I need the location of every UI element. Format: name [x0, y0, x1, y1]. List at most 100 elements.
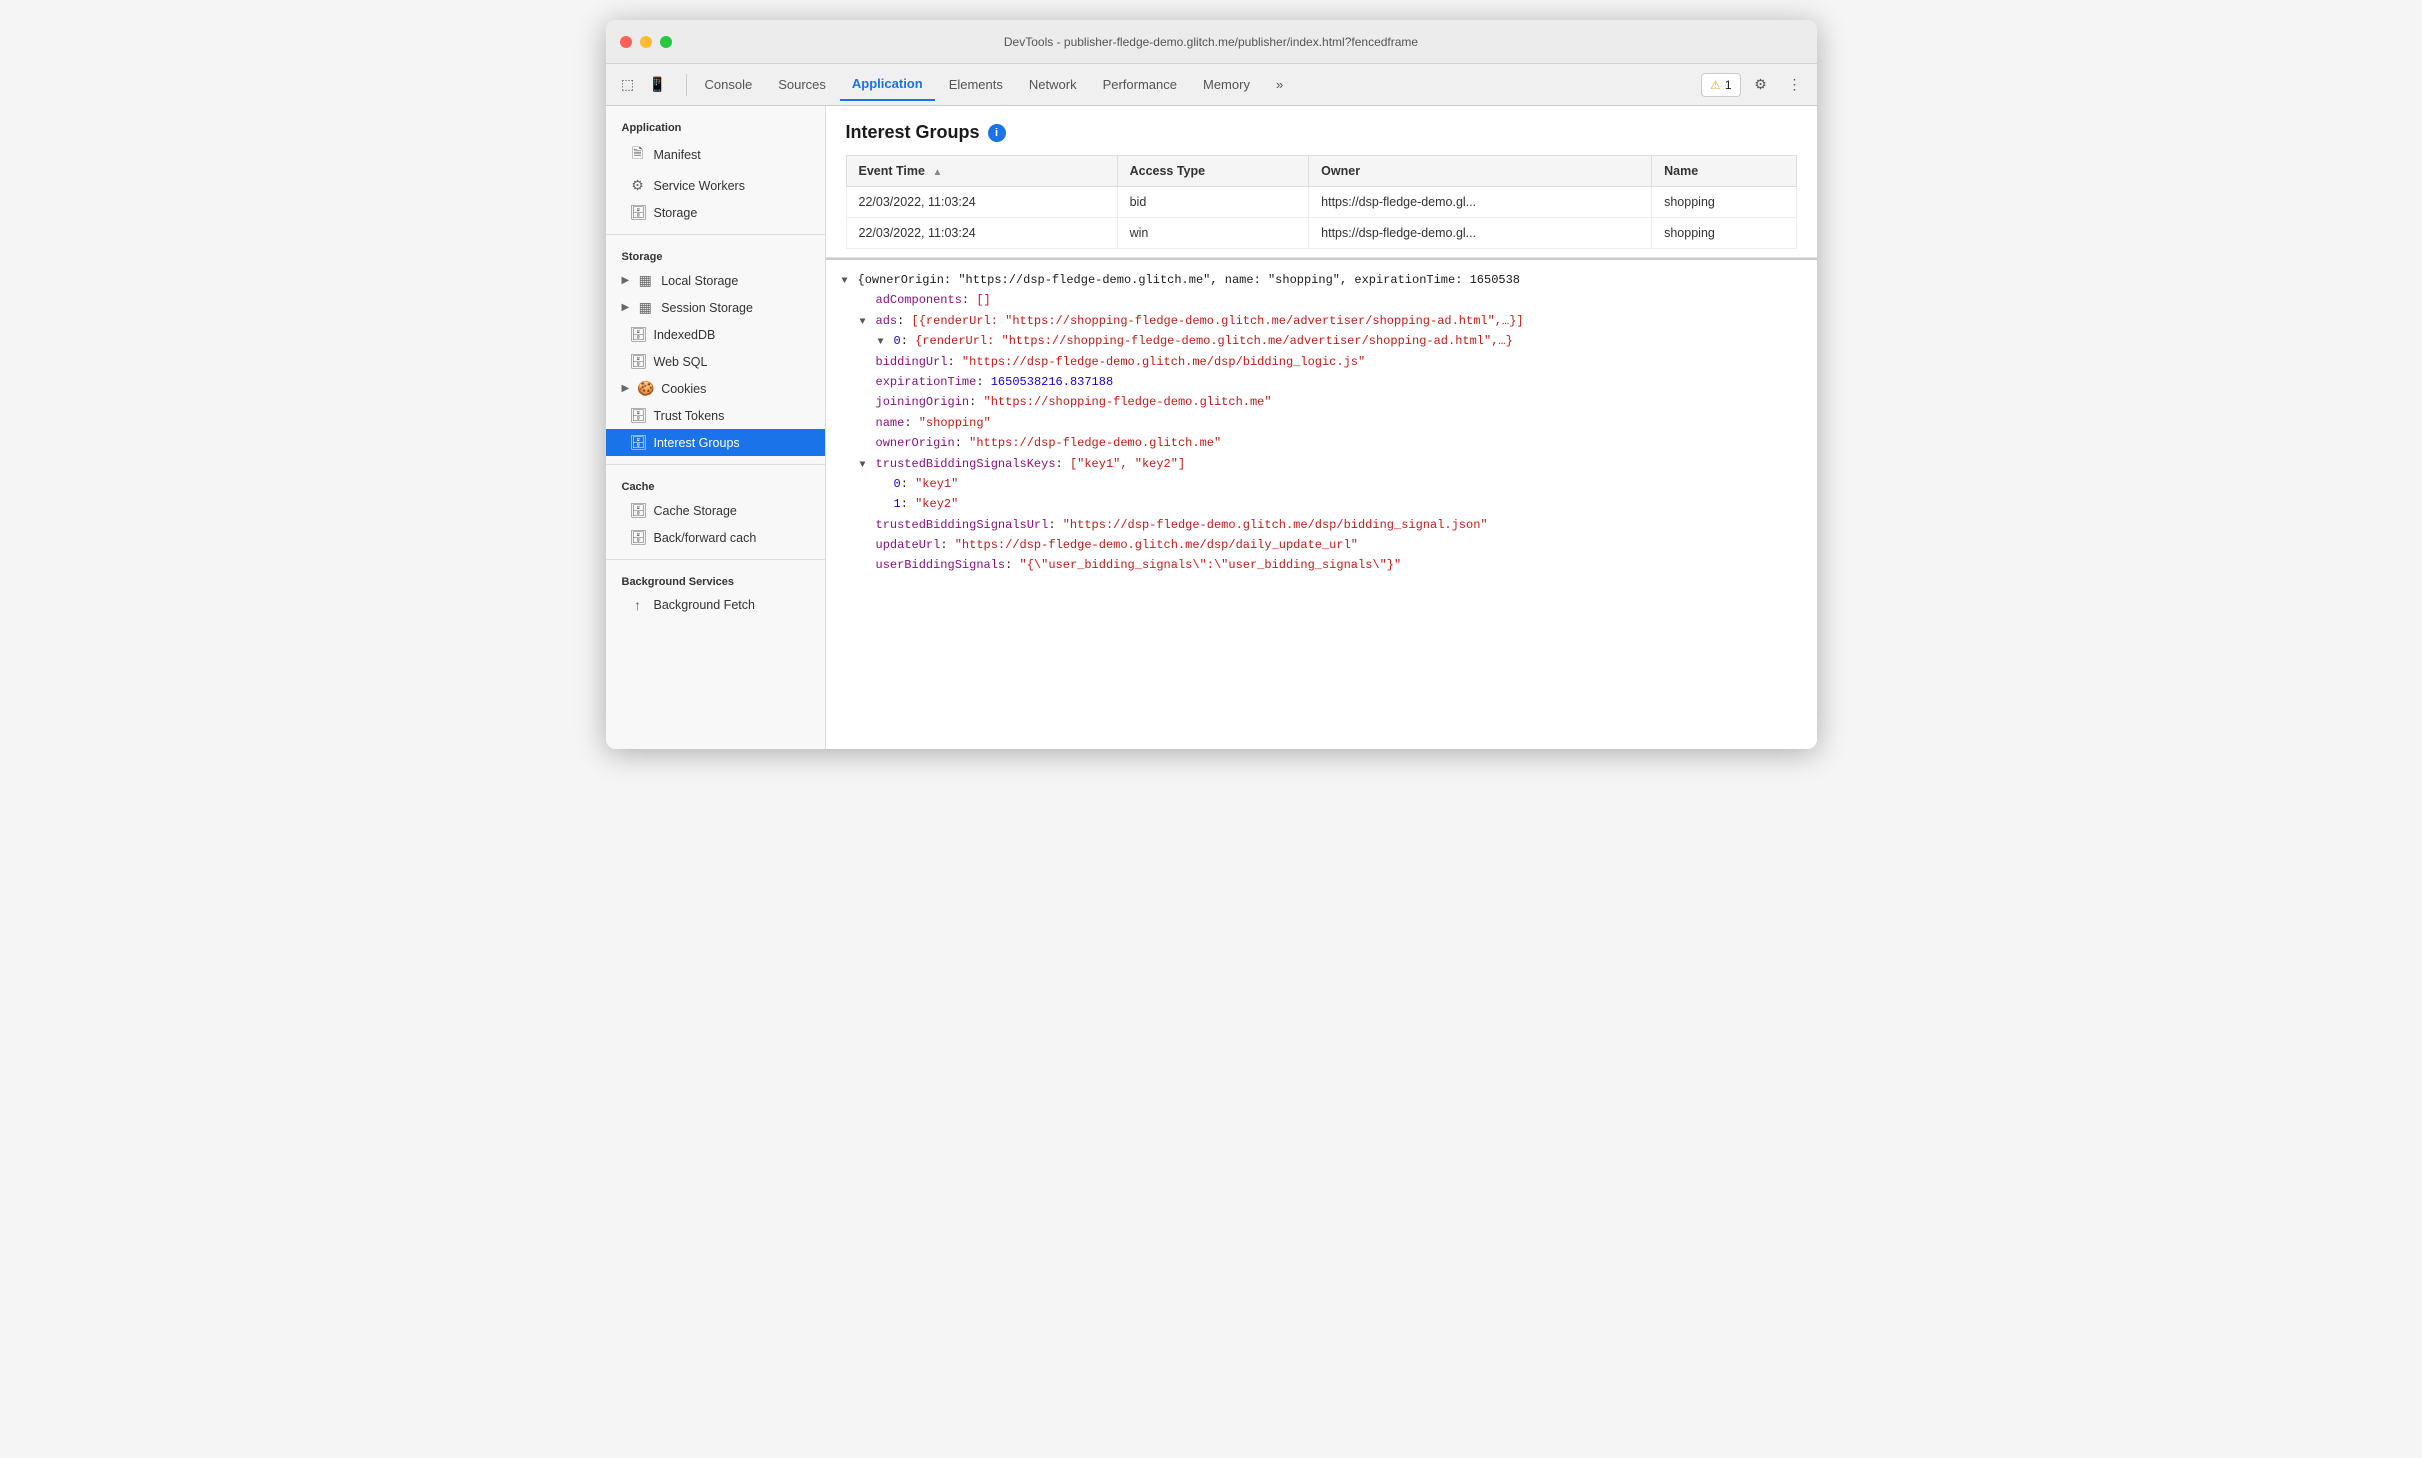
toolbar-right: ⚠ 1 ⚙ ⋮ [1701, 71, 1808, 99]
sidebar-label-session-storage: Session Storage [661, 301, 753, 315]
trust-tokens-icon: 🗄 [630, 407, 646, 424]
tab-more[interactable]: » [1264, 69, 1295, 101]
back-forward-cache-icon: 🗄 [630, 529, 646, 546]
tab-sources[interactable]: Sources [766, 69, 838, 101]
table-row[interactable]: 22/03/2022, 11:03:24winhttps://dsp-fledg… [846, 218, 1796, 249]
main-panel: Interest Groups i Event Time ▲ Access Ty… [826, 106, 1817, 749]
warning-count: 1 [1725, 78, 1732, 92]
sidebar-label-back-forward-cache: Back/forward cach [654, 531, 757, 545]
tab-application[interactable]: Application [840, 69, 935, 101]
detail-line: adComponents: [] [842, 290, 1801, 310]
detail-panel: ▼{ownerOrigin: "https://dsp-fledge-demo.… [826, 260, 1817, 749]
sidebar-item-interest-groups[interactable]: 🗄 Interest Groups [606, 429, 825, 456]
panel-title-container: Interest Groups i [846, 122, 1797, 143]
sidebar-label-cache-storage: Cache Storage [654, 504, 737, 518]
sidebar-section-cache: Cache [606, 473, 825, 497]
col-owner[interactable]: Owner [1309, 156, 1652, 187]
manifest-icon: 🗎 [630, 143, 646, 167]
mobile-icon[interactable]: 📱 [644, 71, 672, 99]
tab-performance[interactable]: Performance [1091, 69, 1189, 101]
indexeddb-icon: 🗄 [630, 326, 646, 343]
web-sql-icon: 🗄 [630, 353, 646, 370]
devtools-window: DevTools - publisher-fledge-demo.glitch.… [606, 20, 1817, 749]
sidebar-label-interest-groups: Interest Groups [654, 436, 740, 450]
tab-network[interactable]: Network [1017, 69, 1089, 101]
detail-line: joiningOrigin: "https://shopping-fledge-… [842, 392, 1801, 412]
sidebar-section-background: Background Services [606, 568, 825, 592]
interest-groups-table: Event Time ▲ Access Type Owner Name 22/0… [846, 155, 1797, 249]
sidebar-label-indexeddb: IndexedDB [654, 328, 716, 342]
background-fetch-icon: ↑ [630, 597, 646, 613]
sidebar: Application 🗎 Manifest ⚙ Service Workers… [606, 106, 826, 749]
sidebar-item-session-storage[interactable]: ▶ ▦ Session Storage [606, 294, 825, 321]
storage-app-icon: 🗄 [630, 204, 646, 221]
sidebar-item-trust-tokens[interactable]: 🗄 Trust Tokens [606, 402, 825, 429]
maximize-button[interactable] [660, 36, 672, 48]
sidebar-section-application: Application [606, 114, 825, 138]
col-access-type[interactable]: Access Type [1117, 156, 1309, 187]
sidebar-item-indexeddb[interactable]: 🗄 IndexedDB [606, 321, 825, 348]
toolbar-divider [686, 74, 687, 96]
sidebar-item-storage-app[interactable]: 🗄 Storage [606, 199, 825, 226]
local-storage-chevron: ▶ [622, 275, 630, 286]
sidebar-label-web-sql: Web SQL [654, 355, 708, 369]
more-options-icon[interactable]: ⋮ [1781, 71, 1809, 99]
detail-line: ownerOrigin: "https://dsp-fledge-demo.gl… [842, 433, 1801, 453]
service-workers-icon: ⚙ [630, 177, 646, 194]
titlebar: DevTools - publisher-fledge-demo.glitch.… [606, 20, 1817, 64]
detail-line: ▼ads: [{renderUrl: "https://shopping-fle… [842, 311, 1801, 331]
minimize-button[interactable] [640, 36, 652, 48]
sidebar-item-service-workers[interactable]: ⚙ Service Workers [606, 172, 825, 199]
tab-elements[interactable]: Elements [937, 69, 1015, 101]
interest-groups-icon: 🗄 [630, 434, 646, 451]
expand-arrow[interactable]: ▼ [842, 273, 854, 290]
detail-line: updateUrl: "https://dsp-fledge-demo.glit… [842, 535, 1801, 555]
settings-icon[interactable]: ⚙ [1747, 71, 1775, 99]
cookies-chevron: ▶ [622, 383, 630, 394]
table-row[interactable]: 22/03/2022, 11:03:24bidhttps://dsp-fledg… [846, 187, 1796, 218]
sidebar-label-storage-app: Storage [654, 206, 698, 220]
main-content: Application 🗎 Manifest ⚙ Service Workers… [606, 106, 1817, 749]
warning-icon: ⚠ [1710, 78, 1721, 92]
cache-storage-icon: 🗄 [630, 502, 646, 519]
separator-3 [606, 559, 825, 560]
expand-arrow[interactable]: ▼ [860, 457, 872, 474]
expand-arrow[interactable]: ▼ [878, 334, 890, 351]
sidebar-item-background-fetch[interactable]: ↑ Background Fetch [606, 592, 825, 618]
warning-badge[interactable]: ⚠ 1 [1701, 73, 1740, 97]
tab-memory[interactable]: Memory [1191, 69, 1262, 101]
tab-console[interactable]: Console [693, 69, 765, 101]
sidebar-item-local-storage[interactable]: ▶ ▦ Local Storage [606, 267, 825, 294]
detail-line: biddingUrl: "https://dsp-fledge-demo.gli… [842, 352, 1801, 372]
close-button[interactable] [620, 36, 632, 48]
expand-arrow[interactable]: ▼ [860, 314, 872, 331]
sidebar-label-service-workers: Service Workers [654, 179, 745, 193]
detail-line: 1: "key2" [842, 494, 1801, 514]
sidebar-label-manifest: Manifest [654, 148, 701, 162]
sidebar-item-manifest[interactable]: 🗎 Manifest [606, 138, 825, 172]
cookies-icon: 🍪 [637, 380, 653, 397]
info-icon[interactable]: i [988, 124, 1006, 142]
col-event-time[interactable]: Event Time ▲ [846, 156, 1117, 187]
detail-line: ▼0: {renderUrl: "https://shopping-fledge… [842, 331, 1801, 351]
sort-icon: ▲ [932, 167, 942, 178]
detail-line: name: "shopping" [842, 413, 1801, 433]
panel-title-text: Interest Groups [846, 122, 980, 143]
detail-line: 0: "key1" [842, 474, 1801, 494]
separator-2 [606, 464, 825, 465]
col-name[interactable]: Name [1652, 156, 1796, 187]
detail-line: ▼trustedBiddingSignalsKeys: ["key1", "ke… [842, 454, 1801, 474]
sidebar-item-web-sql[interactable]: 🗄 Web SQL [606, 348, 825, 375]
sidebar-item-cache-storage[interactable]: 🗄 Cache Storage [606, 497, 825, 524]
cursor-icon[interactable]: ⬚ [614, 71, 642, 99]
detail-line: trustedBiddingSignalsUrl: "https://dsp-f… [842, 515, 1801, 535]
sidebar-item-back-forward-cache[interactable]: 🗄 Back/forward cach [606, 524, 825, 551]
session-storage-chevron: ▶ [622, 302, 630, 313]
detail-line: userBiddingSignals: "{\"user_bidding_sig… [842, 555, 1801, 575]
traffic-lights [620, 36, 672, 48]
sidebar-section-storage: Storage [606, 243, 825, 267]
sidebar-item-cookies[interactable]: ▶ 🍪 Cookies [606, 375, 825, 402]
session-storage-icon: ▦ [637, 299, 653, 316]
panel-top: Interest Groups i Event Time ▲ Access Ty… [826, 106, 1817, 258]
separator-1 [606, 234, 825, 235]
